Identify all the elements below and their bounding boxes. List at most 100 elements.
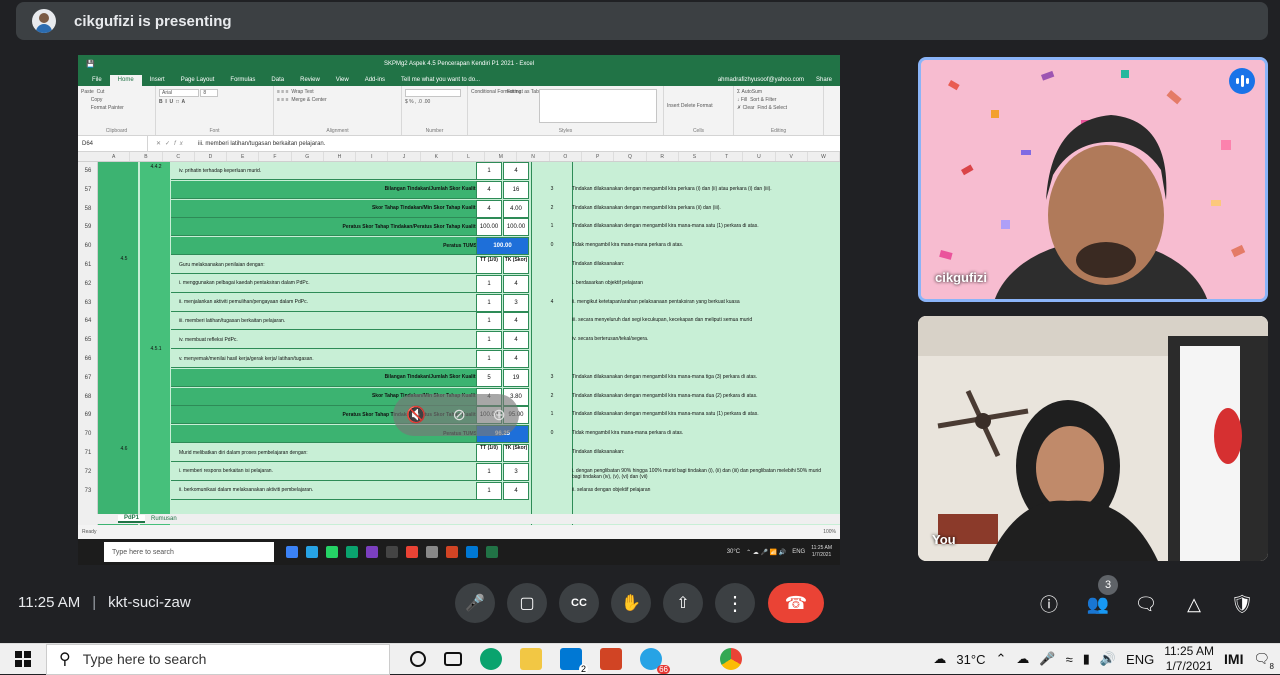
onedrive-icon[interactable]: ☁	[1016, 651, 1029, 667]
column-header[interactable]: Q	[614, 152, 647, 161]
raise-hand-button[interactable]: ✋	[611, 583, 651, 623]
column-header[interactable]: R	[647, 152, 679, 161]
sheet-row-label[interactable]: Bilangan Tindakan/Jumlah Skor Kualiti	[171, 368, 481, 387]
tt-cell[interactable]: 1	[476, 162, 502, 180]
autosum-button[interactable]: AutoSum	[741, 89, 762, 95]
taskbar-clock[interactable]: 11:25 AM 1/7/2021	[1164, 644, 1214, 674]
chrome-icon[interactable]	[720, 648, 742, 670]
descriptor-cell[interactable]: Tindakan dilaksanakan dengan mengambil k…	[572, 223, 828, 229]
row-header[interactable]: 60	[78, 243, 98, 249]
sheet-row-label[interactable]: iv. prihatin terhadap keperluan murid.	[171, 162, 481, 180]
descriptor-cell[interactable]: ii. selaras dengan objektif pelajaran	[572, 487, 828, 493]
wifi-icon[interactable]: ≈	[1066, 652, 1073, 667]
font-name-select[interactable]: Arial	[159, 89, 199, 97]
row-header[interactable]: 64	[78, 318, 98, 324]
tt-cell[interactable]: 1	[476, 293, 502, 312]
mic-tray-icon[interactable]: 🎤	[1039, 651, 1055, 667]
shared-clock[interactable]: 11:25 AM 1/7/2021	[811, 545, 832, 559]
sheet-grid[interactable]: 56 57 58 59 60 61 62 63 64 65 66 67 68 69 70 71 72 73 4.4…	[78, 162, 840, 538]
column-header[interactable]: B	[130, 152, 163, 161]
sheet-row-label[interactable]: ii. menjalankan aktiviti pemulihan/penga…	[171, 293, 481, 312]
descriptor-cell[interactable]: i. berdasarkan objektif pelajaran	[572, 280, 828, 286]
tk-cell[interactable]: 19	[503, 368, 529, 387]
column-header[interactable]: P	[582, 152, 615, 161]
tell-me-box[interactable]: Tell me what you want to do...	[393, 75, 488, 86]
tt-cell[interactable]: 4	[476, 199, 502, 218]
format-cells-button[interactable]: Format	[697, 103, 713, 109]
score-level-cell[interactable]: 4	[538, 299, 566, 305]
tk-cell[interactable]: 4	[503, 481, 529, 500]
tk-cell[interactable]: 4	[503, 350, 529, 368]
sheet-row-label[interactable]: Guru melaksanakan penilaian dengan:	[171, 256, 481, 274]
column-header[interactable]: G	[292, 152, 324, 161]
capcut-icon[interactable]	[386, 546, 398, 558]
activities-button[interactable]: △	[1180, 590, 1208, 618]
insert-cells-button[interactable]: Insert	[667, 103, 680, 109]
whatsapp-icon[interactable]	[326, 546, 338, 558]
telegram-icon[interactable]: 66	[640, 648, 670, 674]
powerpoint-icon[interactable]	[446, 546, 458, 558]
task-view-icon[interactable]	[444, 652, 462, 666]
column-header[interactable]: C	[163, 152, 195, 161]
cut-button[interactable]: Cut	[97, 89, 105, 95]
score-level-cell[interactable]: 3	[538, 374, 566, 380]
tk-cell[interactable]: 4	[503, 312, 529, 331]
score-level-cell[interactable]: 3	[538, 186, 566, 192]
onenote-icon[interactable]	[366, 546, 378, 558]
telegram-icon[interactable]	[306, 546, 318, 558]
descriptor-cell[interactable]: iv. secara berterusan/tekal/segera.	[572, 336, 828, 342]
tt-cell[interactable]: 5	[476, 368, 502, 387]
row-header[interactable]: 71	[78, 450, 98, 456]
delete-cells-button[interactable]: Delete	[681, 103, 695, 109]
app-icon[interactable]	[286, 546, 298, 558]
more-options-button[interactable]: ⋮	[715, 583, 755, 623]
column-header[interactable]: M	[485, 152, 518, 161]
row-header[interactable]: 67	[78, 375, 98, 381]
sheet-row-label[interactable]: Murid melibatkan diri dalam proses pembe…	[171, 444, 481, 462]
sheet-row-label[interactable]: Peratus Skor Tahap Tindakan/Peratus Skor…	[171, 218, 481, 237]
column-header[interactable]: O	[550, 152, 582, 161]
tt-cell[interactable]: 1	[476, 350, 502, 368]
wrap-text-button[interactable]: Wrap Text	[291, 89, 313, 95]
powerpoint-icon[interactable]	[600, 648, 622, 670]
score-level-cell[interactable]: 0	[538, 242, 566, 248]
column-header[interactable]: F	[259, 152, 292, 161]
font-size-select[interactable]: 8	[200, 89, 219, 97]
self-video-tile[interactable]: You	[918, 316, 1268, 561]
tums-percent-cell[interactable]: 100.00	[476, 237, 529, 256]
menu-review[interactable]: Review	[292, 75, 328, 86]
formula-icons[interactable]: ✕✓fx	[148, 140, 198, 147]
mail-icon[interactable]	[466, 546, 478, 558]
sort-filter-button[interactable]: Sort & Filter	[750, 97, 776, 103]
copy-button[interactable]: Copy	[91, 97, 103, 103]
tk-cell[interactable]: 16	[503, 180, 529, 199]
shared-lang[interactable]: ENG	[792, 549, 805, 555]
excel-icon[interactable]	[486, 546, 498, 558]
score-level-cell[interactable]: 2	[538, 205, 566, 211]
sheet-tab-rumusan[interactable]: Rumusan	[145, 516, 183, 522]
row-header[interactable]: 72	[78, 469, 98, 475]
format-painter-button[interactable]: Format Painter	[91, 105, 124, 111]
descriptor-cell[interactable]: Tidak mengambil kira mana-mana perkara d…	[572, 242, 828, 248]
row-header[interactable]: 70	[78, 431, 98, 437]
row-header[interactable]: 73	[78, 488, 98, 494]
descriptor-cell[interactable]: Tindakan dilaksanakan:	[572, 449, 828, 455]
edge-icon[interactable]	[346, 546, 358, 558]
column-header[interactable]: T	[711, 152, 744, 161]
column-header[interactable]: I	[356, 152, 389, 161]
column-header[interactable]: L	[453, 152, 486, 161]
sheet-row-label[interactable]: iv. membuat refleksi PdPc.	[171, 331, 481, 350]
tt-cell[interactable]: 1	[476, 481, 502, 500]
row-header[interactable]: 69	[78, 412, 98, 418]
sheet-row-label[interactable]: Skor Tahap Tindakan/Min Skor Tahap Kuali…	[171, 199, 481, 218]
formula-input[interactable]: iii. memberi latihan/tugasan berkaitan p…	[198, 141, 325, 147]
descriptor-cell[interactable]: Tindakan dilaksanakan dengan mengambil k…	[572, 393, 828, 399]
file-explorer-icon[interactable]	[520, 648, 542, 670]
sheet-row-label[interactable]: Bilangan Tindakan/Jumlah Skor Kualiti	[171, 180, 481, 199]
descriptor-cell[interactable]: iii. secara menyeluruh dari segi kecukup…	[572, 317, 828, 323]
descriptor-cell[interactable]: Tindakan dilaksanakan dengan mengambil k…	[572, 411, 828, 417]
score-level-cell[interactable]: 0	[538, 430, 566, 436]
tt-cell[interactable]: 1	[476, 274, 502, 293]
descriptor-cell[interactable]: Tindakan dilaksanakan dengan mengambil k…	[572, 374, 828, 380]
tk-cell[interactable]: 100.00	[503, 218, 529, 237]
